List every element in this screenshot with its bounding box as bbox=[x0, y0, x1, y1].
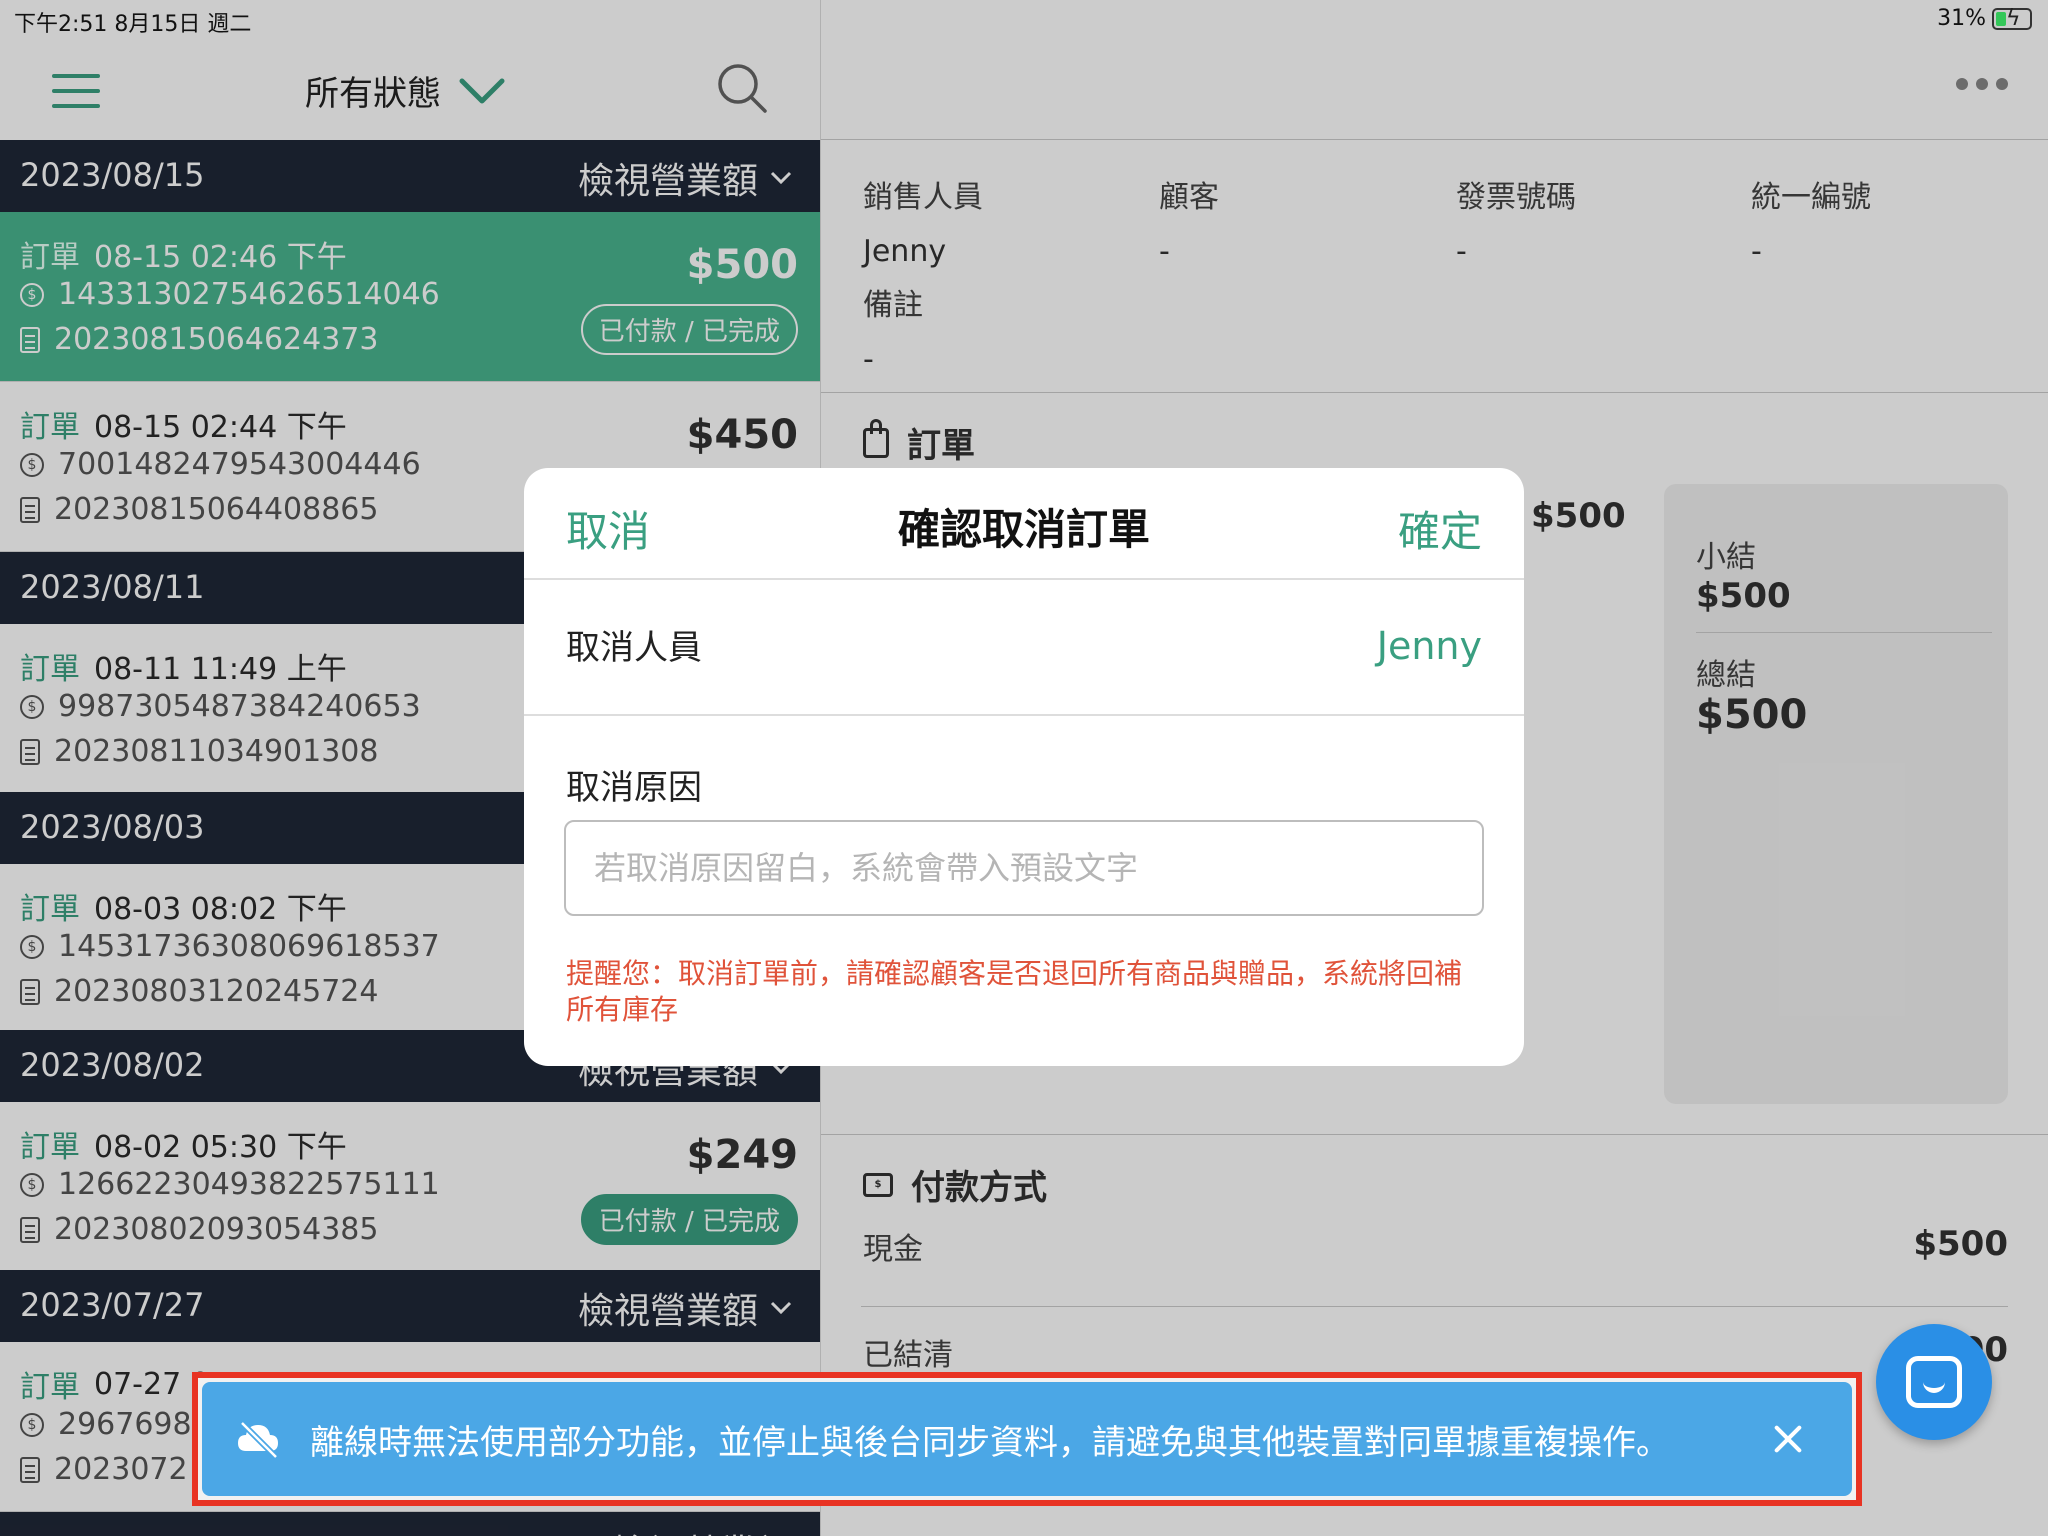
offline-toast-body: 離線時無法使用部分功能，並停止與後台同步資料，請避免與其他裝置對同單據重複操作。 bbox=[202, 1382, 1852, 1496]
battery-icon: ϟ bbox=[1992, 6, 2032, 31]
status-time: 下午2:51 8月15日 週二 bbox=[14, 12, 252, 37]
canceller-value[interactable]: Jenny bbox=[1377, 624, 1482, 668]
offline-message: 離線時無法使用部分功能，並停止與後台同步資料，請避免與其他裝置對同單據重複操作。 bbox=[310, 1422, 1670, 1463]
offline-toast: 離線時無法使用部分功能，並停止與後台同步資料，請避免與其他裝置對同單據重複操作。 bbox=[192, 1372, 1862, 1506]
battery-percent: 31% bbox=[1937, 6, 1986, 31]
canceller-row[interactable]: 取消人員 Jenny bbox=[524, 580, 1524, 716]
cancel-reason-input[interactable] bbox=[564, 820, 1484, 916]
battery-indicator: 31% ϟ bbox=[1937, 6, 2032, 31]
dialog-confirm-button[interactable]: 確定 bbox=[1398, 498, 1482, 559]
chat-icon bbox=[1906, 1356, 1962, 1408]
status-bar: 下午2:51 8月15日 週二 31% ϟ bbox=[0, 0, 2048, 40]
cloud-offline-icon bbox=[238, 1420, 279, 1459]
canceller-label: 取消人員 bbox=[566, 628, 702, 668]
chat-button[interactable] bbox=[1876, 1324, 1992, 1440]
close-icon[interactable] bbox=[1768, 1419, 1808, 1459]
cancel-warning-text: 提醒您：取消訂單前，請確認顧客是否退回所有商品與贈品，系統將回補所有庫存 bbox=[566, 957, 1463, 1026]
reason-label: 取消原因 bbox=[566, 768, 702, 808]
dialog-header: 取消 確認取消訂單 確定 bbox=[524, 468, 1524, 580]
cancel-order-dialog: 取消 確認取消訂單 確定 取消人員 Jenny 取消原因 提醒您：取消訂單前，請… bbox=[524, 468, 1524, 1066]
dialog-title: 確認取消訂單 bbox=[897, 505, 1150, 554]
